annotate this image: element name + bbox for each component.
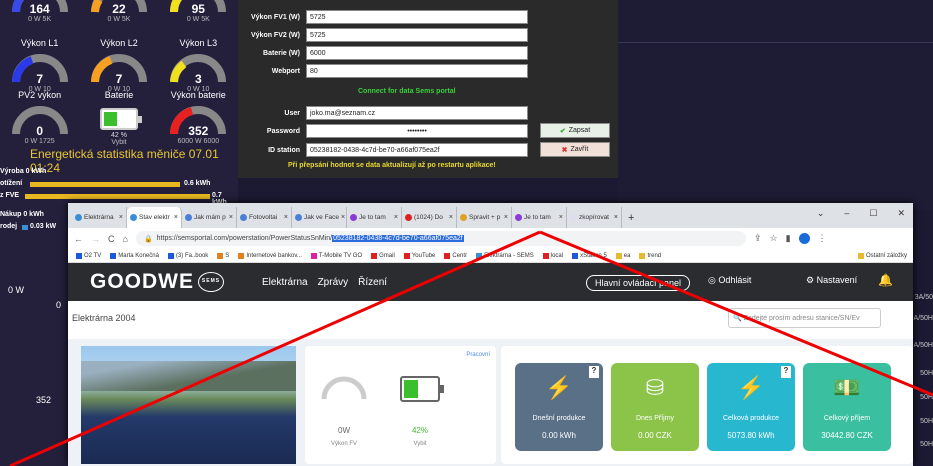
red-line-right (539, 230, 933, 397)
red-annotation-lines (9, 230, 933, 466)
red-line-left (9, 230, 541, 466)
